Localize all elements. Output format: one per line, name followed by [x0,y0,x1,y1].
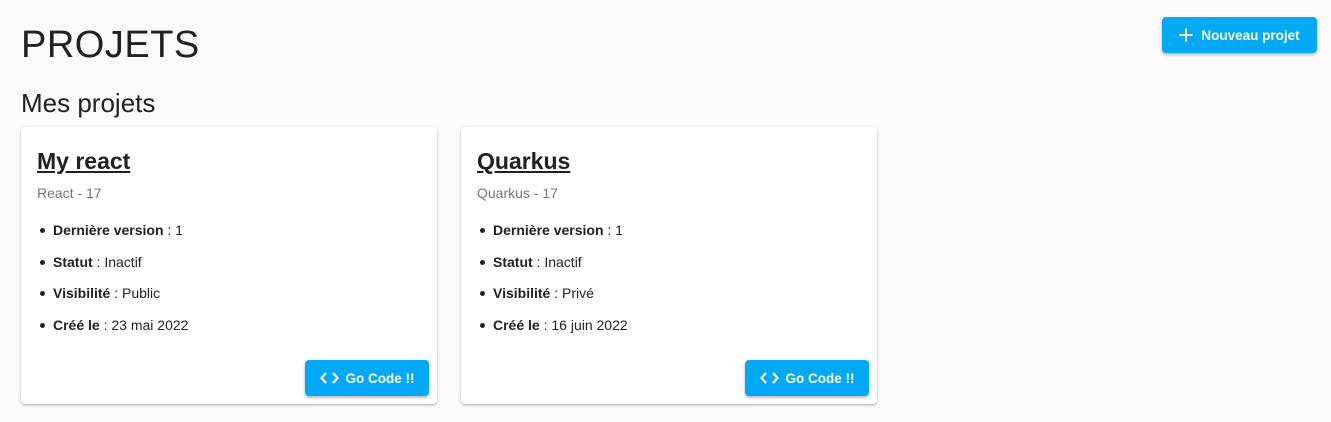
property-key: Visibilité [493,285,551,302]
code-icon [759,372,779,384]
property-value: : 16 juin 2022 [539,317,628,334]
property-value: : 23 mai 2022 [99,317,189,334]
property-status: Statut : Inactif [37,253,188,285]
property-visibility: Visibilité : Public [37,284,188,316]
project-title-link[interactable]: My react [37,147,130,175]
property-value: : Public [110,285,161,302]
property-value: : Privé [550,285,594,302]
property-key: Créé le [53,317,100,334]
go-code-label: Go Code !! [785,370,855,386]
property-last-version: Dernière version : 1 [37,221,188,253]
property-visibility: Visibilité : Privé [477,284,628,316]
project-subtitle: Quarkus - 17 [477,185,558,201]
project-title-link[interactable]: Quarkus [477,147,570,175]
property-key: Créé le [493,317,540,334]
project-subtitle: React - 17 [37,185,102,201]
projects-page: PROJETS Nouveau projet Mes projets My re… [0,0,1331,422]
property-status: Statut : Inactif [477,253,628,285]
code-icon [319,372,339,384]
property-created: Créé le : 16 juin 2022 [477,316,628,348]
new-project-button[interactable]: Nouveau projet [1162,17,1317,53]
new-project-label: Nouveau projet [1201,27,1300,43]
property-key: Dernière version [53,222,164,238]
property-value: : Inactif [532,253,582,270]
property-key: Visibilité [53,285,111,302]
property-key: Statut [493,253,533,270]
property-value: : 1 [603,222,623,238]
go-code-label: Go Code !! [345,370,415,386]
property-key: Dernière version [493,222,604,238]
property-value: : Inactif [92,253,142,270]
project-card: Quarkus Quarkus - 17 Dernière version : … [461,127,877,404]
property-last-version: Dernière version : 1 [477,221,628,253]
go-code-button[interactable]: Go Code !! [305,360,429,396]
plus-icon [1179,28,1193,42]
project-properties-list: Dernière version : 1 Statut : Inactif Vi… [37,221,188,348]
section-title: Mes projets [21,88,156,118]
property-created: Créé le : 23 mai 2022 [37,316,188,348]
page-title: PROJETS [21,24,200,66]
property-value: : 1 [163,222,183,238]
project-card: My react React - 17 Dernière version : 1… [21,127,437,404]
property-key: Statut [53,253,93,270]
project-properties-list: Dernière version : 1 Statut : Inactif Vi… [477,221,628,348]
go-code-button[interactable]: Go Code !! [745,360,869,396]
